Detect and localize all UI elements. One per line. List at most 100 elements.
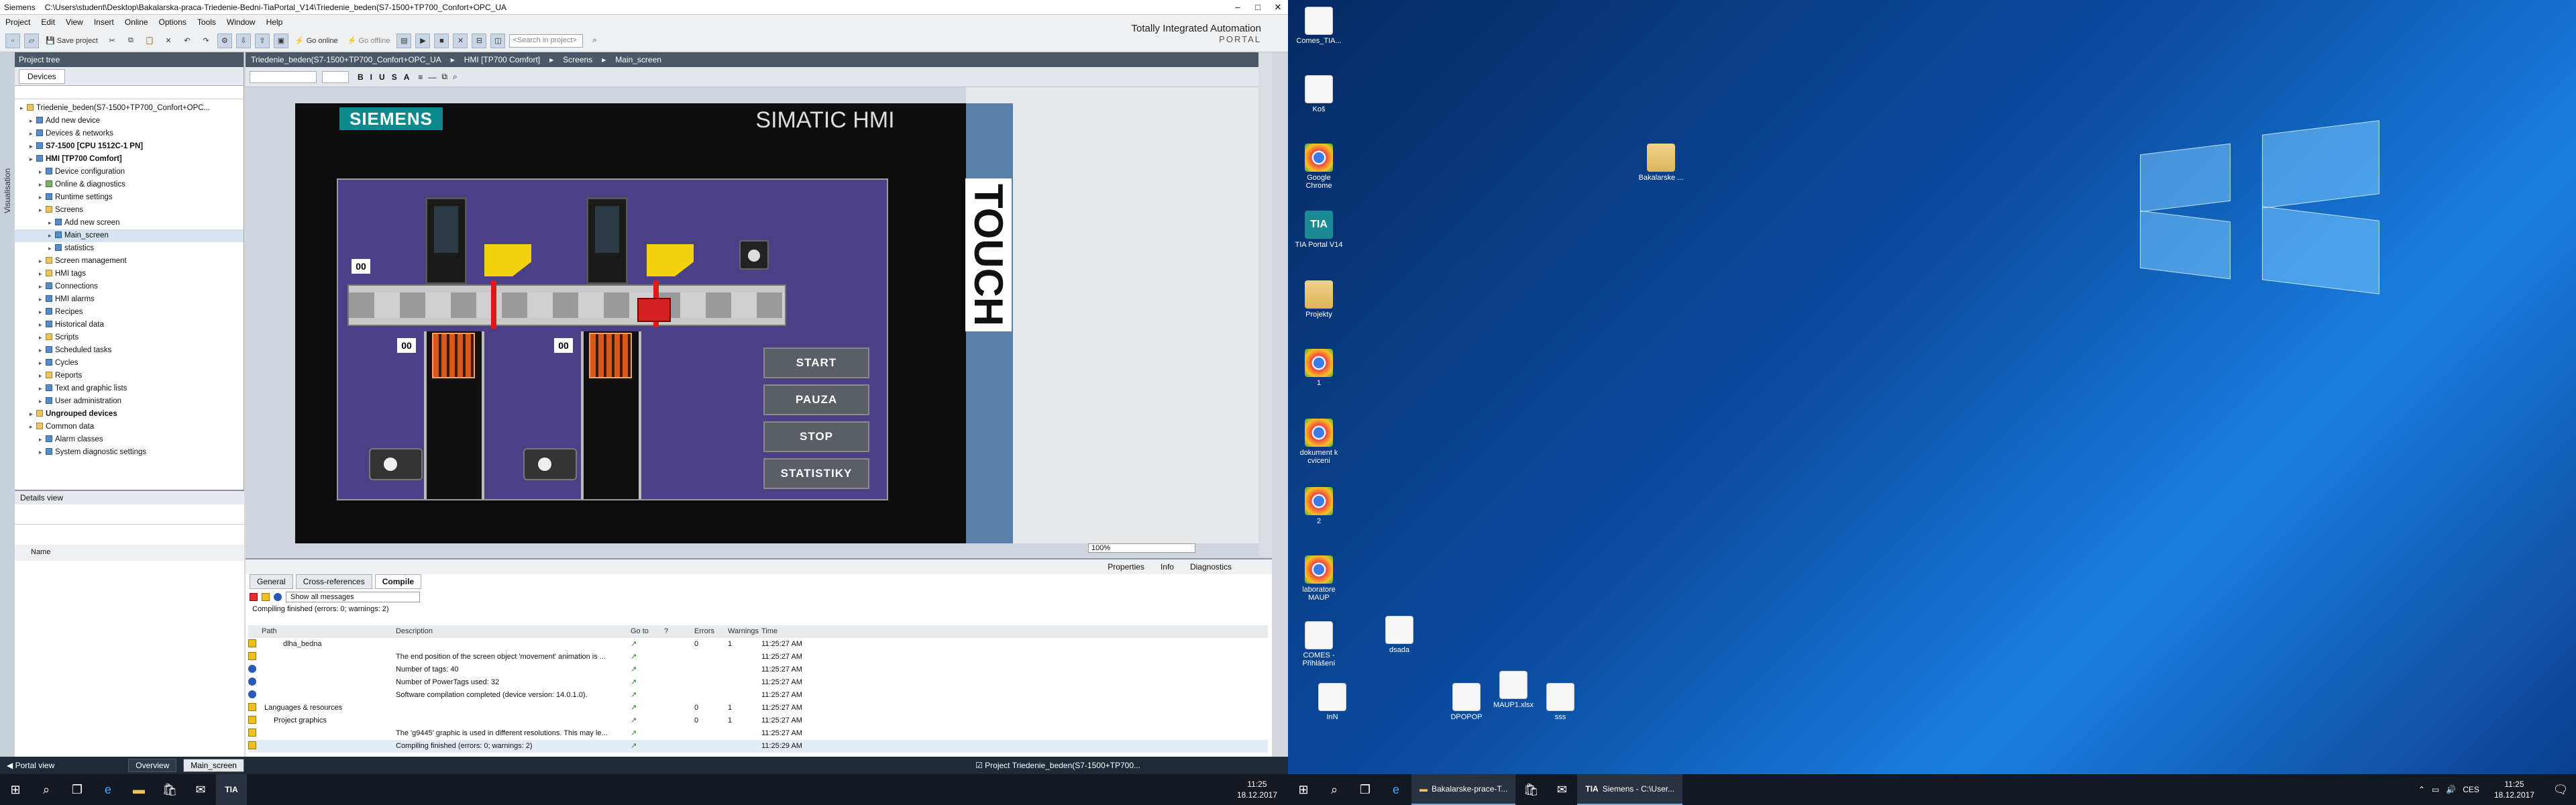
accessible-devices-icon[interactable]: ▤ xyxy=(396,33,412,48)
network-icon[interactable]: ▭ xyxy=(2432,785,2439,794)
column-header[interactable]: Time xyxy=(761,625,842,638)
desktop-icon[interactable]: dokument k cviceni xyxy=(1295,419,1343,465)
mail-icon[interactable]: ✉ xyxy=(1546,774,1577,805)
desktop-icon[interactable]: MAUP1.xlsx xyxy=(1489,671,1538,709)
column-header[interactable]: Path xyxy=(262,625,396,638)
redo-icon[interactable]: ↷ xyxy=(199,34,213,48)
info-tab-1[interactable]: Cross-references xyxy=(295,574,372,589)
message-filter-select[interactable]: Show all messages xyxy=(286,592,420,602)
menu-item-online[interactable]: Online xyxy=(125,17,148,27)
goto-icon[interactable]: ↗ xyxy=(631,740,664,753)
minimize-icon[interactable]: – xyxy=(1228,2,1248,13)
tree-expand-icon[interactable]: ▸ xyxy=(30,127,36,140)
tree-item[interactable]: ▸ Cycles xyxy=(15,357,244,370)
tree-item[interactable]: ▸ Device configuration xyxy=(15,166,244,178)
start-icon[interactable]: ⊞ xyxy=(1288,774,1319,805)
tree-expand-icon[interactable]: ▸ xyxy=(39,344,46,357)
task-view-icon[interactable]: ❐ xyxy=(62,774,93,805)
format-button[interactable]: A xyxy=(404,72,410,82)
column-header[interactable]: Errors xyxy=(694,625,728,638)
taskbar-app-folder[interactable]: ▬ Bakalarske-prace-T... xyxy=(1411,774,1516,805)
line-icon[interactable]: — xyxy=(428,72,436,82)
message-row[interactable]: Project graphics ↗ 0 1 11:25:27 AM xyxy=(248,714,1268,727)
message-row[interactable]: The end position of the screen object 'm… xyxy=(248,651,1268,663)
tree-expand-icon[interactable]: ▸ xyxy=(39,293,46,306)
desktop-icon[interactable]: Projekty xyxy=(1295,280,1343,319)
inspector-tab-properties[interactable]: Properties xyxy=(1108,562,1144,572)
menu-item-options[interactable]: Options xyxy=(159,17,186,27)
tree-item[interactable]: ▸ System diagnostic settings xyxy=(15,446,244,459)
start-button[interactable]: START xyxy=(763,347,869,378)
breadcrumb-item[interactable]: Main_screen xyxy=(615,55,661,64)
tree-item[interactable]: ▸ statistics xyxy=(15,242,244,255)
tree-item[interactable]: ▸ Connections xyxy=(15,280,244,293)
message-row[interactable]: Number of tags: 40 ↗ 11:25:27 AM xyxy=(248,663,1268,676)
split-horizontal-icon[interactable]: ⊟ xyxy=(472,33,487,48)
desktop-icon[interactable]: Koš xyxy=(1295,75,1343,113)
tree-expand-icon[interactable]: ▸ xyxy=(20,102,27,115)
tree-item[interactable]: ▸ Ungrouped devices xyxy=(15,408,244,421)
search-icon[interactable]: ⌕ xyxy=(1319,774,1350,805)
tree-item[interactable]: ▸ Reports xyxy=(15,370,244,382)
menu-item-tools[interactable]: Tools xyxy=(197,17,216,27)
close-icon[interactable]: ✕ xyxy=(1268,2,1288,13)
main-screen-tab[interactable]: Main_screen xyxy=(183,759,244,772)
simulation-icon[interactable]: ▣ xyxy=(273,33,288,48)
warning-filter-icon[interactable] xyxy=(262,593,270,601)
column-header[interactable]: Warnings xyxy=(728,625,761,638)
menu-item-project[interactable]: Project xyxy=(5,17,30,27)
tree-expand-icon[interactable]: ▸ xyxy=(30,115,36,127)
tray-chevron-icon[interactable]: ⌃ xyxy=(2418,785,2425,794)
tree-item[interactable]: ▸ Add new screen xyxy=(15,217,244,229)
info-tab-0[interactable]: General xyxy=(250,574,293,589)
overview-tab[interactable]: Overview xyxy=(128,759,177,772)
tree-item[interactable]: ▸ Triedenie_beden(S7-1500+TP700_Confort+O… xyxy=(15,102,244,115)
stop-cpu-icon[interactable]: ■ xyxy=(434,33,449,48)
inspector-tab-diagnostics[interactable]: Diagnostics xyxy=(1190,562,1232,572)
message-row[interactable]: dlha_bedna ↗ 0 1 11:25:27 AM xyxy=(248,638,1268,651)
desktop-icon[interactable]: Bakalarske ... xyxy=(1637,144,1685,182)
goto-icon[interactable]: ↗ xyxy=(631,638,664,651)
go-online-button[interactable]: ⚡ Go online xyxy=(292,34,341,48)
goto-icon[interactable]: ↗ xyxy=(631,651,664,663)
align-icon[interactable]: ≡ xyxy=(418,72,423,82)
format-button[interactable]: S xyxy=(392,72,397,82)
arrange-icon[interactable]: ⧉ xyxy=(441,72,447,82)
edge-icon[interactable]: e xyxy=(93,774,123,805)
font-size-select[interactable] xyxy=(322,70,349,83)
tree-expand-icon[interactable]: ▸ xyxy=(48,242,55,255)
start-cpu-icon[interactable]: ▶ xyxy=(415,33,431,48)
tree-item[interactable]: ▸ User administration xyxy=(15,395,244,408)
stop-button[interactable]: STOP xyxy=(763,421,869,452)
desktop-icon[interactable]: 1 xyxy=(1295,349,1343,387)
message-row[interactable]: Software compilation completed (device v… xyxy=(248,689,1268,702)
tree-item[interactable]: ▸ Screen management xyxy=(15,255,244,268)
desktop-icon[interactable]: sss xyxy=(1536,683,1585,721)
format-button[interactable]: I xyxy=(370,72,372,82)
info-tab-2[interactable]: Compile xyxy=(374,574,422,589)
info-filter-icon[interactable] xyxy=(274,593,282,601)
upload-icon[interactable]: ⇧ xyxy=(254,33,270,48)
tree-item[interactable]: ▸ Alarm classes xyxy=(15,433,244,446)
tree-item[interactable]: ▸ HMI alarms xyxy=(15,293,244,306)
breadcrumb-item[interactable]: Screens xyxy=(563,55,592,64)
maximize-icon[interactable]: □ xyxy=(1248,2,1268,13)
tree-expand-icon[interactable]: ▸ xyxy=(39,433,46,446)
tia-taskbar-icon[interactable]: TIA xyxy=(216,774,247,805)
font-select[interactable] xyxy=(250,70,317,83)
save-project-button[interactable]: 💾 Save project xyxy=(43,34,101,48)
menu-item-insert[interactable]: Insert xyxy=(94,17,114,27)
tree-expand-icon[interactable]: ▸ xyxy=(48,229,55,242)
edge-icon[interactable]: e xyxy=(1381,774,1411,805)
desktop-icon[interactable]: Comes_TIA... xyxy=(1295,7,1343,45)
message-row[interactable]: Number of PowerTags used: 32 ↗ 11:25:27 AM xyxy=(248,676,1268,689)
breadcrumb-item[interactable]: HMI [TP700 Comfort] xyxy=(464,55,540,64)
tree-expand-icon[interactable]: ▸ xyxy=(30,153,36,166)
tree-expand-icon[interactable]: ▸ xyxy=(39,446,46,459)
mail-icon[interactable]: ✉ xyxy=(185,774,216,805)
compile-icon[interactable]: ⚙ xyxy=(217,33,232,48)
desktop-icon[interactable]: dsada xyxy=(1375,616,1424,654)
store-icon[interactable]: 🛍 xyxy=(154,774,185,805)
desktop-icon[interactable]: TIA TIA Portal V14 xyxy=(1295,211,1343,249)
column-header[interactable]: ? xyxy=(664,625,694,638)
